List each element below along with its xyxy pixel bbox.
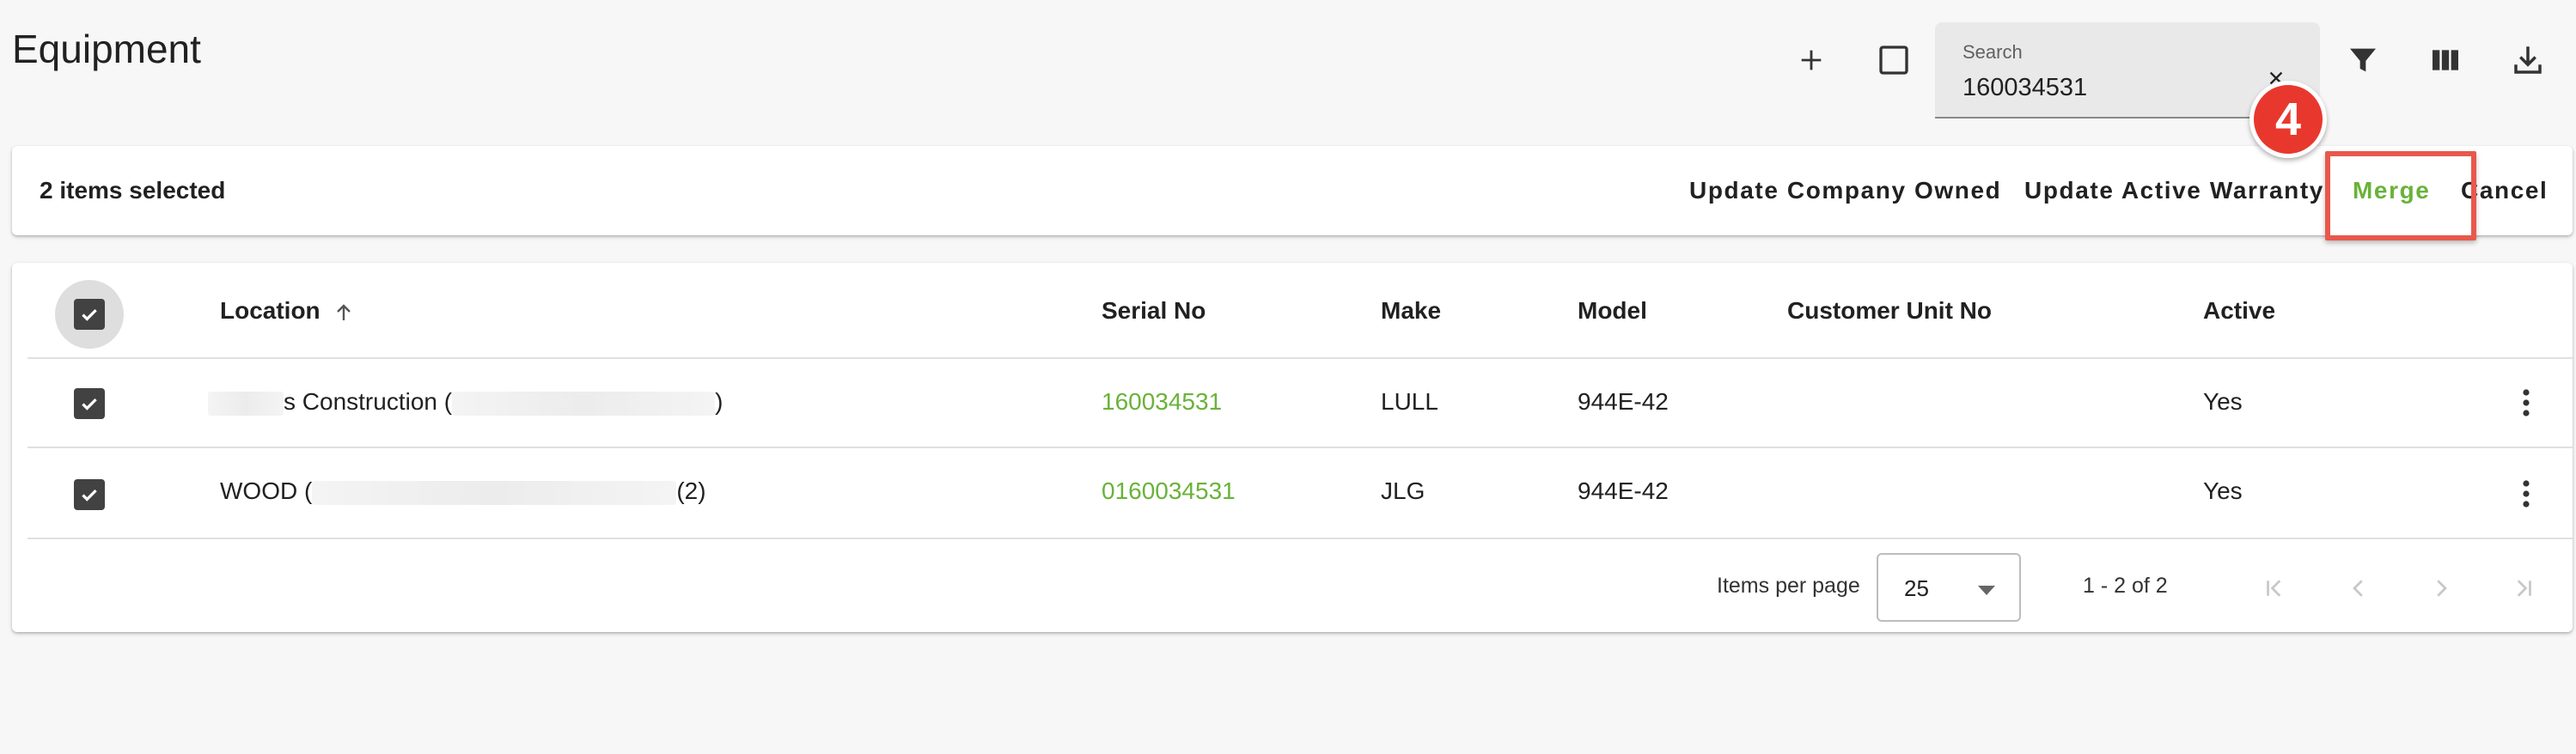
serial-no-link[interactable]: 0160034531	[1102, 477, 1236, 505]
active-cell: Yes	[2203, 477, 2243, 504]
column-header-customer-unit-no[interactable]: Customer Unit No	[1787, 297, 1992, 325]
column-header-make[interactable]: Make	[1381, 297, 1441, 325]
columns-icon	[2433, 50, 2458, 70]
redacted-text	[208, 391, 284, 416]
equipment-table: Location Serial No Make Model Customer U…	[12, 263, 2573, 632]
checkbox-outline-icon	[1879, 46, 1908, 75]
chevron-right-icon	[2437, 580, 2447, 597]
model-cell: 944E-42	[1578, 388, 1669, 415]
column-header-serial-no[interactable]: Serial No	[1102, 297, 1206, 325]
model-cell: 944E-42	[1578, 477, 1669, 504]
first-page-icon	[2267, 580, 2281, 597]
redacted-text	[452, 391, 716, 416]
search-label: Search	[1963, 41, 2023, 63]
last-page-button[interactable]	[2502, 567, 2545, 610]
dropdown-arrow-icon	[1978, 586, 1995, 595]
redacted-text	[312, 480, 677, 505]
check-icon	[82, 489, 97, 502]
last-page-icon	[2517, 580, 2531, 597]
table-row[interactable]: WOOD ((2) 0160034531 JLG 944E-42 Yes	[27, 448, 2573, 539]
column-header-model[interactable]: Model	[1578, 297, 1647, 325]
select-mode-button[interactable]	[1870, 36, 1918, 84]
row-menu-button[interactable]	[2509, 472, 2543, 515]
update-company-owned-button[interactable]: Update Company Owned	[1689, 177, 2001, 204]
more-vertical-icon	[2523, 389, 2530, 417]
filter-icon	[2350, 48, 2376, 72]
download-icon	[2514, 46, 2542, 74]
row-checkbox[interactable]	[74, 479, 105, 510]
row-menu-button[interactable]	[2509, 381, 2543, 424]
active-cell: Yes	[2203, 388, 2243, 415]
select-all-checkbox[interactable]	[74, 299, 105, 330]
step-number-badge: 4	[2249, 81, 2327, 158]
previous-page-button[interactable]	[2337, 567, 2380, 610]
chevron-left-icon	[2353, 580, 2363, 597]
location-cell: WOOD ((2)	[220, 477, 706, 505]
download-button[interactable]	[2504, 36, 2552, 84]
check-icon	[82, 398, 97, 410]
more-vertical-icon	[2523, 480, 2530, 508]
serial-no-link[interactable]: 160034531	[1102, 388, 1222, 416]
make-cell: LULL	[1381, 388, 1438, 415]
selection-action-bar: 2 items selected Update Company Owned Up…	[12, 146, 2573, 235]
page-title: Equipment	[12, 27, 201, 71]
page-range-label: 1 - 2 of 2	[2083, 574, 2168, 598]
page-size-value: 25	[1904, 575, 1929, 601]
make-cell: JLG	[1381, 477, 1425, 504]
add-button[interactable]	[1787, 36, 1835, 84]
sort-ascending-icon	[337, 303, 351, 320]
search-input[interactable]	[1963, 69, 2255, 106]
next-page-button[interactable]	[2420, 567, 2463, 610]
row-checkbox[interactable]	[74, 388, 105, 419]
items-per-page-label: Items per page	[1717, 574, 1860, 598]
location-cell: s Construction ()	[208, 388, 723, 416]
columns-button[interactable]	[2421, 36, 2469, 84]
first-page-button[interactable]	[2253, 567, 2296, 610]
column-header-active[interactable]: Active	[2203, 297, 2275, 325]
table-row[interactable]: s Construction () 160034531 LULL 944E-42…	[27, 359, 2573, 448]
selected-count: 2 items selected	[40, 177, 226, 204]
plus-icon	[1801, 50, 1822, 70]
column-header-location[interactable]: Location	[220, 297, 354, 325]
filter-button[interactable]	[2339, 36, 2387, 84]
page-size-select[interactable]: 25	[1877, 553, 2021, 622]
check-icon	[82, 308, 97, 321]
update-active-warranty-button[interactable]: Update Active Warranty	[2024, 177, 2324, 204]
merge-highlight-box	[2325, 151, 2476, 240]
table-header-row: Location Serial No Make Model Customer U…	[27, 263, 2573, 359]
